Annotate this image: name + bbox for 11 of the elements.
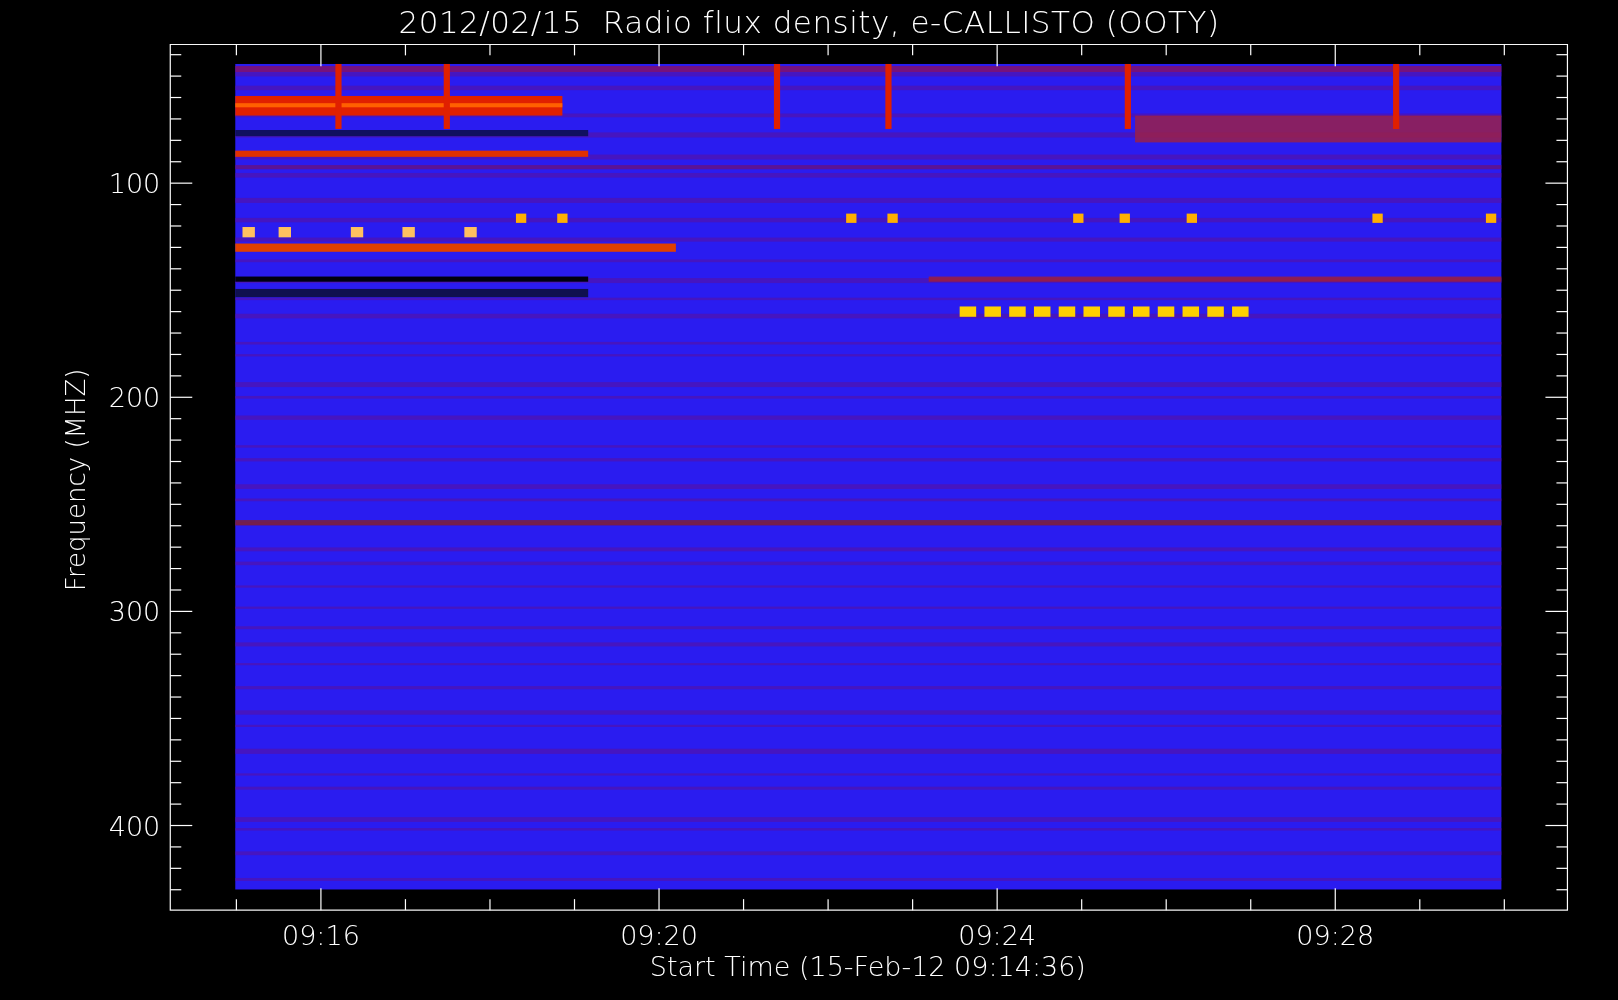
x-tick-label: 09:16 <box>282 920 360 952</box>
y-axis-label: Frequency (MHZ) <box>60 368 91 592</box>
y-tick-label: 400 <box>108 810 161 842</box>
y-tick-label: 100 <box>108 168 161 200</box>
y-tick-label: 300 <box>108 596 161 628</box>
y-tick-label: 200 <box>108 382 161 414</box>
x-tick-label: 09:24 <box>958 920 1037 952</box>
chart-title: 2012/02/15 Radio flux density, e-CALLISTO (OOTY) <box>398 3 1220 42</box>
x-tick-label: 09:28 <box>1296 920 1375 952</box>
x-tick-label: 09:20 <box>620 920 698 952</box>
x-axis-label: Start Time (15-Feb-12 09:14:36) <box>649 951 1086 983</box>
